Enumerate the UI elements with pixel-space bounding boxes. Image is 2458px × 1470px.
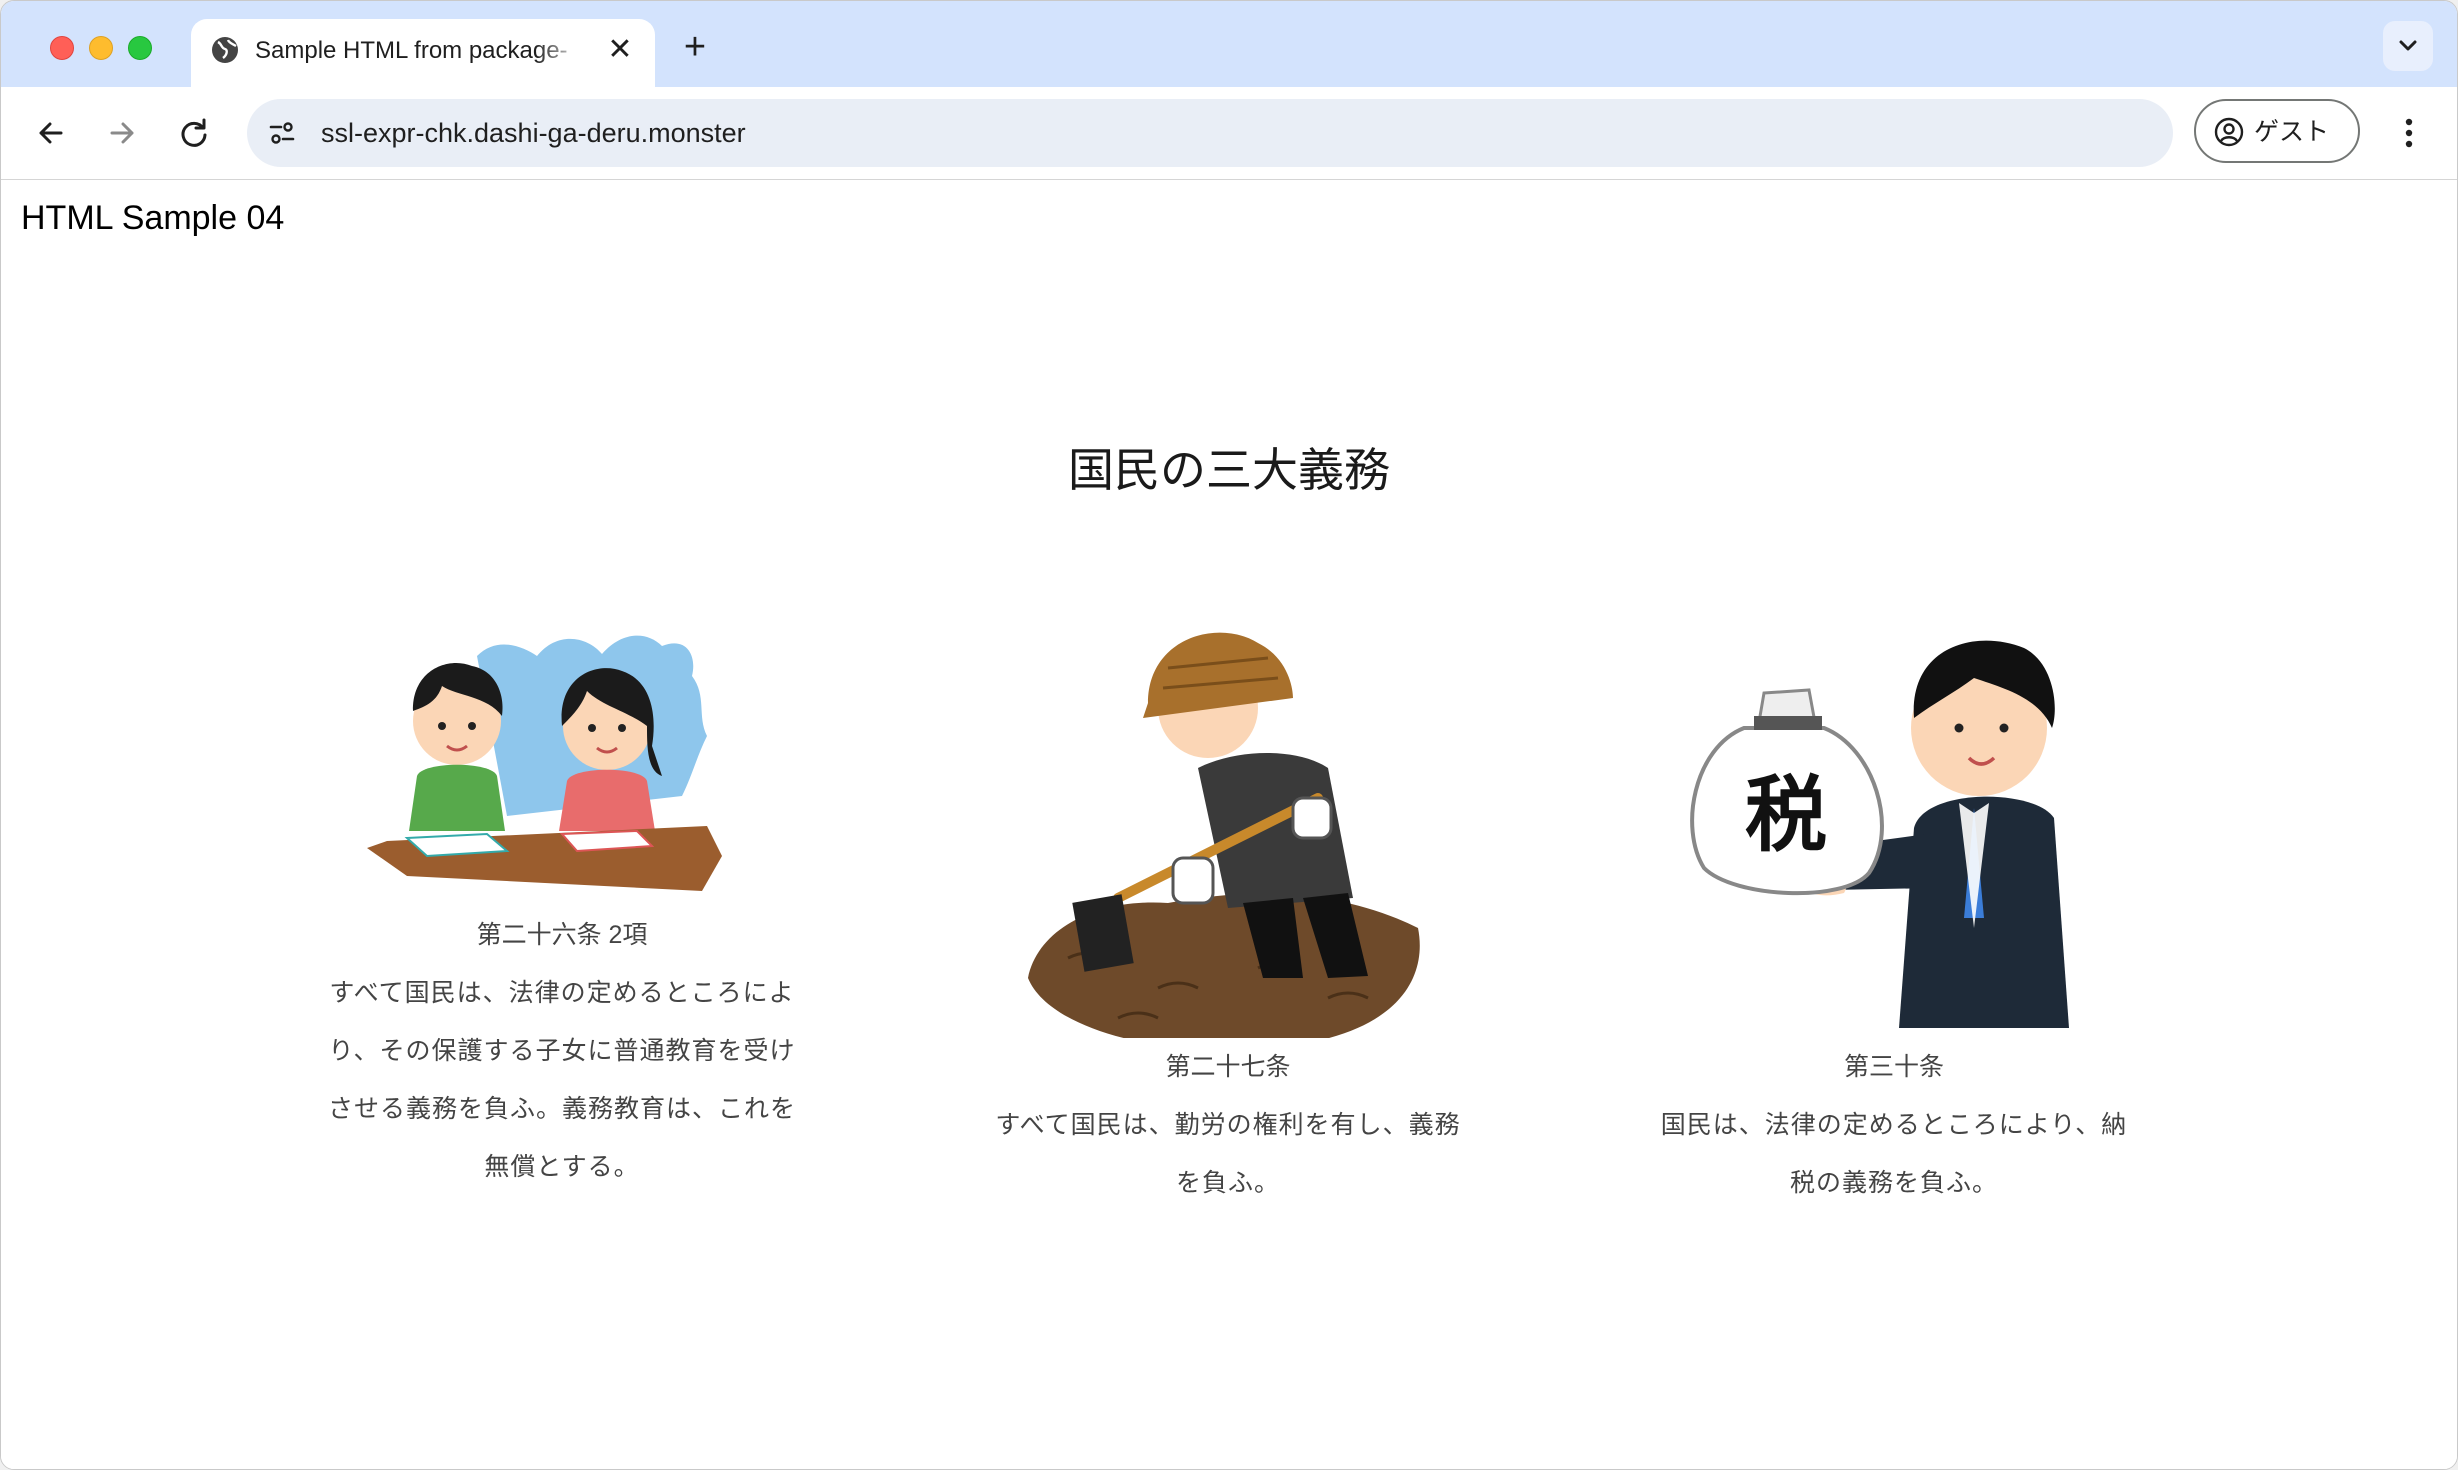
- globe-icon: [212, 37, 238, 63]
- address-bar[interactable]: ssl-expr-chk.dashi-ga-deru.monster: [247, 99, 2173, 167]
- forward-button[interactable]: [98, 109, 146, 157]
- profile-label: ゲスト: [2254, 118, 2330, 146]
- businessman-tax-bag-illustration: 税: [1690, 640, 2069, 1028]
- reload-icon: [181, 118, 207, 147]
- article-number: 第二十七条: [1165, 1053, 1291, 1081]
- page-viewport: HTML Sample 04 国民の三大義務 第二十六条 2項 すべて国民は、法…: [1, 180, 2457, 1469]
- article-text: すべて国民は、法律の定めるところにより、その保護する子女に普通教育を受けさせる義…: [327, 979, 796, 1181]
- page-heading: HTML Sample 04: [21, 199, 285, 237]
- tune-icon[interactable]: [265, 116, 299, 150]
- close-window-button[interactable]: [50, 36, 74, 60]
- article-30-card: 税 第三十条 国民は、法律の定めるところにより、納税の義務を負ふ。: [1657, 598, 2131, 1212]
- worker-digging-illustration: [1028, 632, 1420, 1038]
- article-text: すべて国民は、勤労の権利を有し、義務を負ふ。: [995, 1111, 1461, 1197]
- tab-close-icon[interactable]: ✕: [603, 33, 637, 67]
- reload-button[interactable]: [170, 109, 218, 157]
- back-button[interactable]: [27, 109, 75, 157]
- article-number: 第三十条: [1843, 1053, 1944, 1081]
- active-tab[interactable]: Sample HTML from package- ✕: [191, 19, 655, 87]
- children-studying-illustration: [367, 635, 722, 891]
- article-number: 第二十六条 2項: [476, 921, 648, 949]
- arrow-right-icon: [110, 122, 134, 144]
- tab-title: Sample HTML from package-: [255, 37, 568, 64]
- browser-toolbar: ssl-expr-chk.dashi-ga-deru.monster ゲスト: [1, 87, 2457, 180]
- browser-window: Sample HTML from package- ✕ + ssl-expr-c…: [0, 0, 2458, 1470]
- more-vertical-icon[interactable]: [2389, 109, 2429, 157]
- minimize-window-button[interactable]: [89, 36, 113, 60]
- url-text[interactable]: ssl-expr-chk.dashi-ga-deru.monster: [321, 116, 746, 150]
- tab-bar: Sample HTML from package- ✕ +: [1, 1, 2457, 87]
- maximize-window-button[interactable]: [128, 36, 152, 60]
- account-circle-icon: [2214, 117, 2244, 147]
- tax-bag-text: 税: [1745, 768, 1827, 863]
- tab-list-button[interactable]: [2383, 21, 2433, 71]
- arrow-left-icon: [39, 122, 63, 144]
- section-title: 国民の三大義務: [1068, 444, 1390, 496]
- chevron-down-icon: [2399, 40, 2417, 51]
- article-26-card: 第二十六条 2項 すべて国民は、法律の定めるところにより、その保護する子女に普通…: [325, 626, 799, 1196]
- profile-button[interactable]: ゲスト: [2194, 99, 2360, 163]
- new-tab-button[interactable]: +: [671, 27, 719, 67]
- article-text: 国民は、法律の定めるところにより、納税の義務を負ふ。: [1660, 1111, 2128, 1197]
- article-27-card: 第二十七条 すべて国民は、勤労の権利を有し、義務を負ふ。: [991, 598, 1465, 1212]
